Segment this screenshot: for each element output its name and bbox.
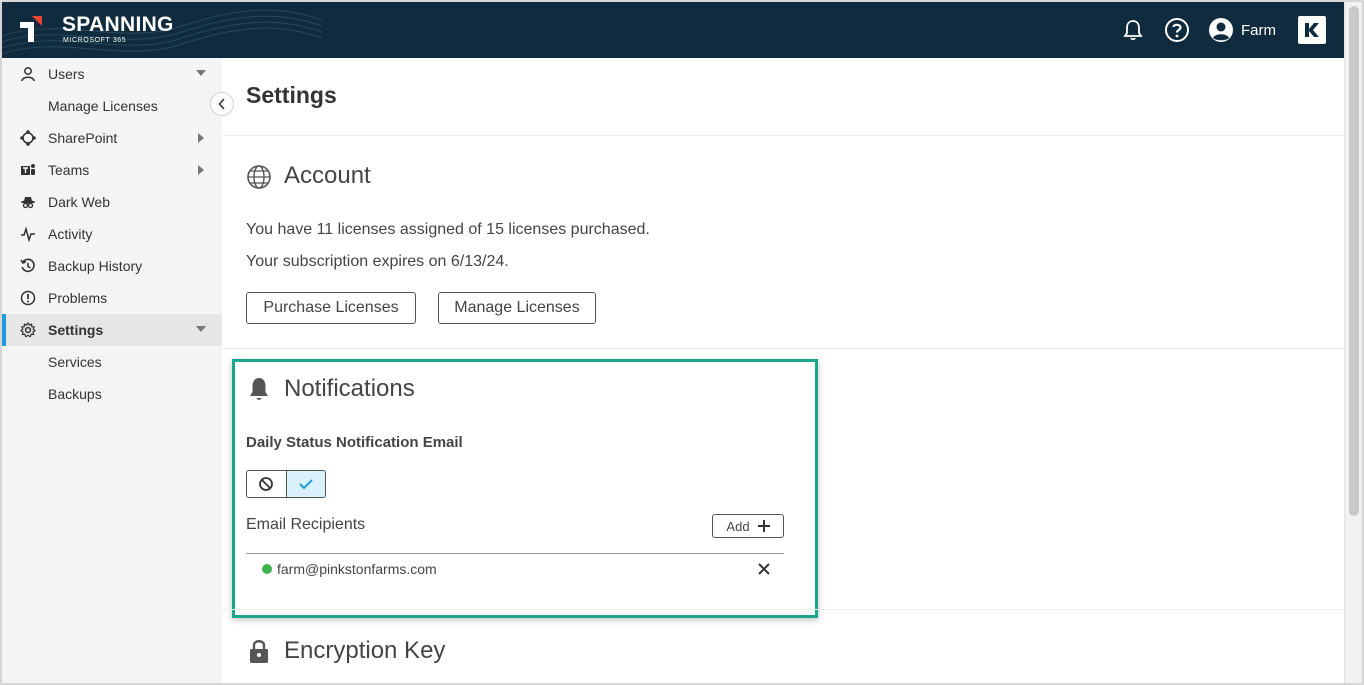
divider [222, 135, 1346, 136]
sidebar-collapse-button[interactable] [210, 92, 234, 116]
problems-icon [20, 290, 36, 306]
dark-web-icon [21, 197, 35, 209]
sidebar-item-label: Problems [48, 290, 108, 306]
help-icon[interactable] [1163, 16, 1191, 44]
activity-icon [21, 226, 35, 242]
sidebar-item-teams[interactable]: Teams [2, 154, 222, 186]
teams-icon [21, 164, 35, 175]
check-icon [299, 479, 313, 490]
expiry-text: Your subscription expires on 6/13/24. [246, 253, 509, 270]
gear-icon [20, 322, 36, 338]
chevron-down-icon [196, 70, 206, 76]
list-item: farm@pinkstonfarms.com [262, 561, 437, 577]
add-recipient-button[interactable]: Add [712, 514, 784, 538]
sidebar-item-label: Teams [48, 162, 90, 178]
email-recipients-label: Email Recipients [246, 516, 366, 533]
divider [222, 609, 1346, 610]
chevron-left-icon [218, 98, 225, 110]
close-icon[interactable] [756, 561, 772, 577]
sidebar-item-label: SharePoint [48, 130, 118, 146]
sidebar-item-label: Backup History [48, 258, 143, 274]
user-icon [21, 67, 35, 82]
kaseya-k-icon[interactable] [1298, 16, 1326, 44]
chevron-right-icon [198, 133, 204, 143]
sidebar-item-problems[interactable]: Problems [2, 282, 222, 314]
daily-status-label: Daily Status Notification Email [246, 434, 463, 451]
bell-icon [250, 378, 268, 400]
page-scrollbar[interactable] [1344, 2, 1362, 683]
brand-title: SPANNING [62, 12, 174, 36]
encryption-section-title: Encryption Key [284, 637, 446, 664]
brand-subtitle: MICROSOFT 365 [63, 36, 127, 44]
add-button-label: Add [726, 518, 750, 534]
purchase-licenses-button[interactable]: Purchase Licenses [246, 292, 416, 324]
notifications-section-title: Notifications [284, 375, 415, 402]
sidebar-item-backups[interactable]: Backups [2, 378, 222, 410]
page-title: Settings [246, 82, 337, 108]
sidebar-item-dark-web[interactable]: Dark Web [2, 186, 222, 218]
chevron-down-icon [196, 326, 206, 332]
chevron-right-icon [198, 165, 204, 175]
daily-status-toggle[interactable] [246, 470, 326, 498]
sidebar-item-activity[interactable]: Activity [2, 218, 222, 250]
divider [222, 348, 1346, 349]
sidebar-item-label: Manage Licenses [48, 98, 158, 114]
toggle-off-option[interactable] [247, 471, 286, 497]
recipient-email: farm@pinkstonfarms.com [277, 561, 437, 577]
spanning-logo-icon [20, 16, 42, 42]
sidebar: Users Manage Licenses SharePoint Teams D… [2, 58, 222, 683]
bell-icon[interactable] [1119, 16, 1147, 44]
status-dot [262, 564, 272, 574]
sidebar-item-label: Dark Web [48, 194, 110, 210]
history-icon [20, 258, 35, 273]
sidebar-item-label: Users [48, 66, 85, 82]
main-content: Settings Account You have 11 licenses as… [222, 58, 1346, 683]
toggle-on-option[interactable] [285, 471, 325, 497]
sidebar-item-manage-licenses[interactable]: Manage Licenses [2, 90, 222, 122]
sidebar-item-label: Backups [48, 386, 102, 402]
scrollbar-thumb[interactable] [1349, 6, 1359, 516]
licenses-text: You have 11 licenses assigned of 15 lice… [246, 221, 650, 238]
sharepoint-icon [20, 130, 36, 146]
sidebar-item-sharepoint[interactable]: SharePoint [2, 122, 222, 154]
top-bar: SPANNING MICROSOFT 365 Farm [2, 2, 1346, 58]
app-window: SPANNING MICROSOFT 365 Farm Users Manage… [0, 0, 1364, 685]
manage-licenses-button[interactable]: Manage Licenses [438, 292, 596, 324]
user-avatar-icon[interactable] [1207, 16, 1235, 44]
sidebar-item-settings[interactable]: Settings [2, 314, 222, 346]
sidebar-item-users[interactable]: Users [2, 58, 222, 90]
sidebar-item-backup-history[interactable]: Backup History [2, 250, 222, 282]
globe-icon [247, 165, 271, 189]
sidebar-item-label: Services [48, 354, 102, 370]
spanning-logo[interactable]: SPANNING MICROSOFT 365 [14, 12, 174, 46]
divider [246, 553, 784, 554]
ban-icon [259, 477, 274, 491]
account-section-title: Account [284, 162, 371, 189]
sidebar-item-label: Activity [48, 226, 93, 242]
sidebar-item-label: Settings [48, 322, 104, 338]
lock-icon [250, 640, 268, 663]
user-name[interactable]: Farm [1241, 22, 1276, 39]
plus-icon [757, 520, 770, 532]
sidebar-item-services[interactable]: Services [2, 346, 222, 378]
